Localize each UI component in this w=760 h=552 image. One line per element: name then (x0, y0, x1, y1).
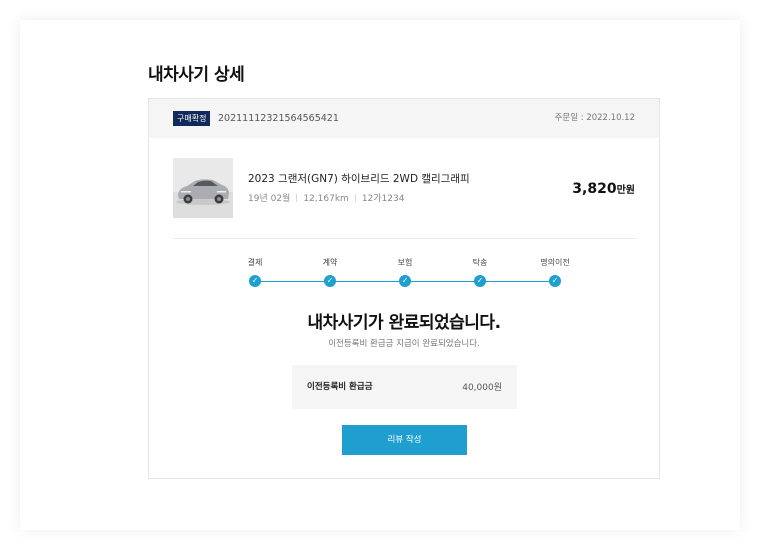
price-value: 3,820 (572, 181, 617, 197)
step-label: 결제 (247, 258, 263, 267)
car-year: 19년 02월 (248, 194, 291, 204)
step-delivery: 탁송 ✓ (455, 257, 505, 287)
review-button[interactable]: 리뷰 작성 (342, 425, 467, 455)
order-header: 구매확정 20211112321564565421 주문일 : 2022.10.… (149, 99, 659, 138)
completion-subtitle: 이전등록비 환급금 지급이 완료되었습니다. (328, 339, 480, 349)
status-badge: 구매확정 (173, 111, 211, 126)
price-unit: 만원 (616, 185, 635, 196)
step-label: 탁송 (472, 258, 488, 267)
car-specs: 19년 02월 12,167km 12가1234 (248, 191, 404, 204)
step-transfer: 명의이전 ✓ (530, 257, 580, 287)
refund-summary: 이전등록비 환급금 40,000원 (292, 365, 517, 409)
step-label: 계약 (322, 258, 338, 267)
step-label: 보험 (397, 258, 413, 267)
step-label: 명의이전 (540, 258, 570, 267)
divider (173, 238, 637, 239)
page-title: 내차사기 상세 (148, 65, 245, 85)
car-price: 3,820만원 (572, 178, 635, 197)
refund-label: 이전등록비 환급금 (307, 382, 373, 392)
step-insurance: 보험 ✓ (380, 257, 430, 287)
car-plate: 12가1234 (361, 194, 405, 204)
car-mileage: 12,167km (303, 194, 349, 204)
check-icon: ✓ (549, 275, 561, 287)
order-date: 주문일 : 2022.10.12 (554, 113, 635, 123)
step-contract: 계약 ✓ (305, 257, 355, 287)
refund-amount: 40,000원 (462, 383, 502, 393)
order-number: 20211112321564565421 (218, 113, 339, 124)
car-name: 2023 그랜저(GN7) 하이브리드 2WD 캘리그래피 (248, 173, 470, 185)
car-image (173, 158, 233, 218)
progress-tracker: 결제 ✓ 계약 ✓ 보험 ✓ 탁송 ✓ 명의이전 ✓ (149, 257, 659, 297)
check-icon: ✓ (474, 275, 486, 287)
check-icon: ✓ (324, 275, 336, 287)
completion-title: 내차사기가 완료되었습니다. (307, 313, 501, 333)
check-icon: ✓ (249, 275, 261, 287)
step-payment: 결제 ✓ (230, 257, 280, 287)
spec-divider (296, 194, 298, 202)
order-card: 구매확정 20211112321564565421 주문일 : 2022.10.… (148, 98, 660, 479)
check-icon: ✓ (399, 275, 411, 287)
spec-divider (354, 194, 356, 202)
